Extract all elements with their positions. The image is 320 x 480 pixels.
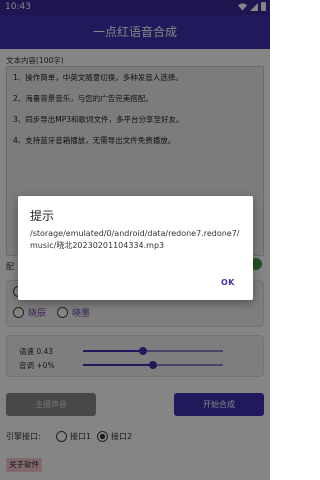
dialog-message: /storage/emulated/0/android/data/redone7… [30,229,240,250]
dialog-title: 提示 [30,209,55,223]
alert-dialog: 提示 /storage/emulated/0/android/data/redo… [18,196,253,300]
dialog-ok-button[interactable]: OK [221,278,235,287]
